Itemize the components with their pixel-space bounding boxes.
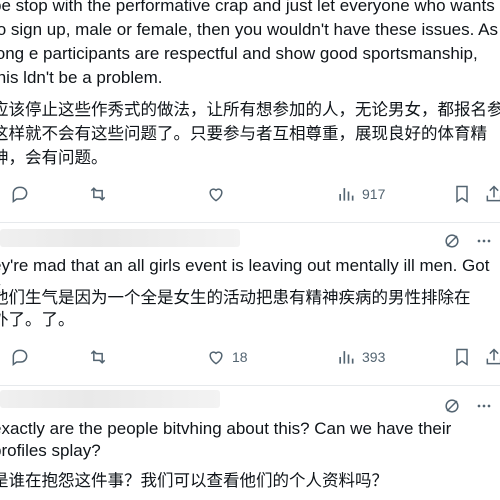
view-count: 917 <box>362 186 386 202</box>
share-button[interactable] <box>484 347 500 367</box>
grok-icon[interactable] <box>442 396 462 416</box>
reply-icon <box>12 186 28 203</box>
divider-2 <box>0 385 500 386</box>
retweet-button[interactable] <box>88 347 108 367</box>
bookmark-button[interactable] <box>452 347 472 367</box>
post-2-header-icons <box>442 231 494 251</box>
like-button[interactable]: 18 <box>206 347 248 367</box>
divider-1 <box>0 222 500 223</box>
redacted-username <box>0 229 240 247</box>
like-count: 18 <box>232 349 248 365</box>
reply-button[interactable] <box>10 347 30 367</box>
more-icon[interactable] <box>474 231 494 251</box>
retweet-icon <box>90 187 106 201</box>
views-button[interactable]: 917 <box>336 184 385 204</box>
views-icon <box>339 188 354 201</box>
like-icon <box>209 188 223 202</box>
retweet-button[interactable] <box>88 184 108 204</box>
like-icon <box>209 351 223 365</box>
post-2-actions: 18 393 <box>0 347 500 371</box>
post-1-text-zh: 应该停止这些作秀式的做法，让所有想参加的人，无论男女，都报名参这样就不会有这些问… <box>0 101 500 167</box>
like-button[interactable] <box>206 184 232 204</box>
post-1-actions: 917 <box>0 184 500 208</box>
bookmark-icon <box>456 348 468 366</box>
views-icon <box>339 351 354 364</box>
view-count: 393 <box>362 349 386 365</box>
grok-icon[interactable] <box>442 231 462 251</box>
share-icon <box>486 348 500 365</box>
reply-icon <box>12 349 28 366</box>
reply-button[interactable] <box>10 184 30 204</box>
bookmark-button[interactable] <box>452 184 472 204</box>
post-2-text-zh: 他们生气是因为一个全是女生的活动把患有精神疾病的男性排除在外了。了。 <box>0 289 471 329</box>
share-icon <box>486 185 500 202</box>
post-1-text-en: pe stop with the performative crap and j… <box>0 0 498 87</box>
share-button[interactable] <box>484 184 500 204</box>
more-icon[interactable] <box>474 396 494 416</box>
views-button[interactable]: 393 <box>336 347 385 367</box>
bookmark-icon <box>456 185 468 203</box>
retweet-icon <box>90 350 106 364</box>
post-3-text-en: exactly are the people bitvhing about th… <box>0 419 452 460</box>
post-3-header-icons <box>442 396 494 416</box>
redacted-username <box>0 390 220 408</box>
post-3-text-zh: 是谁在抱怨这件事？我们可以查看他们的个人资料吗？ <box>0 472 388 490</box>
